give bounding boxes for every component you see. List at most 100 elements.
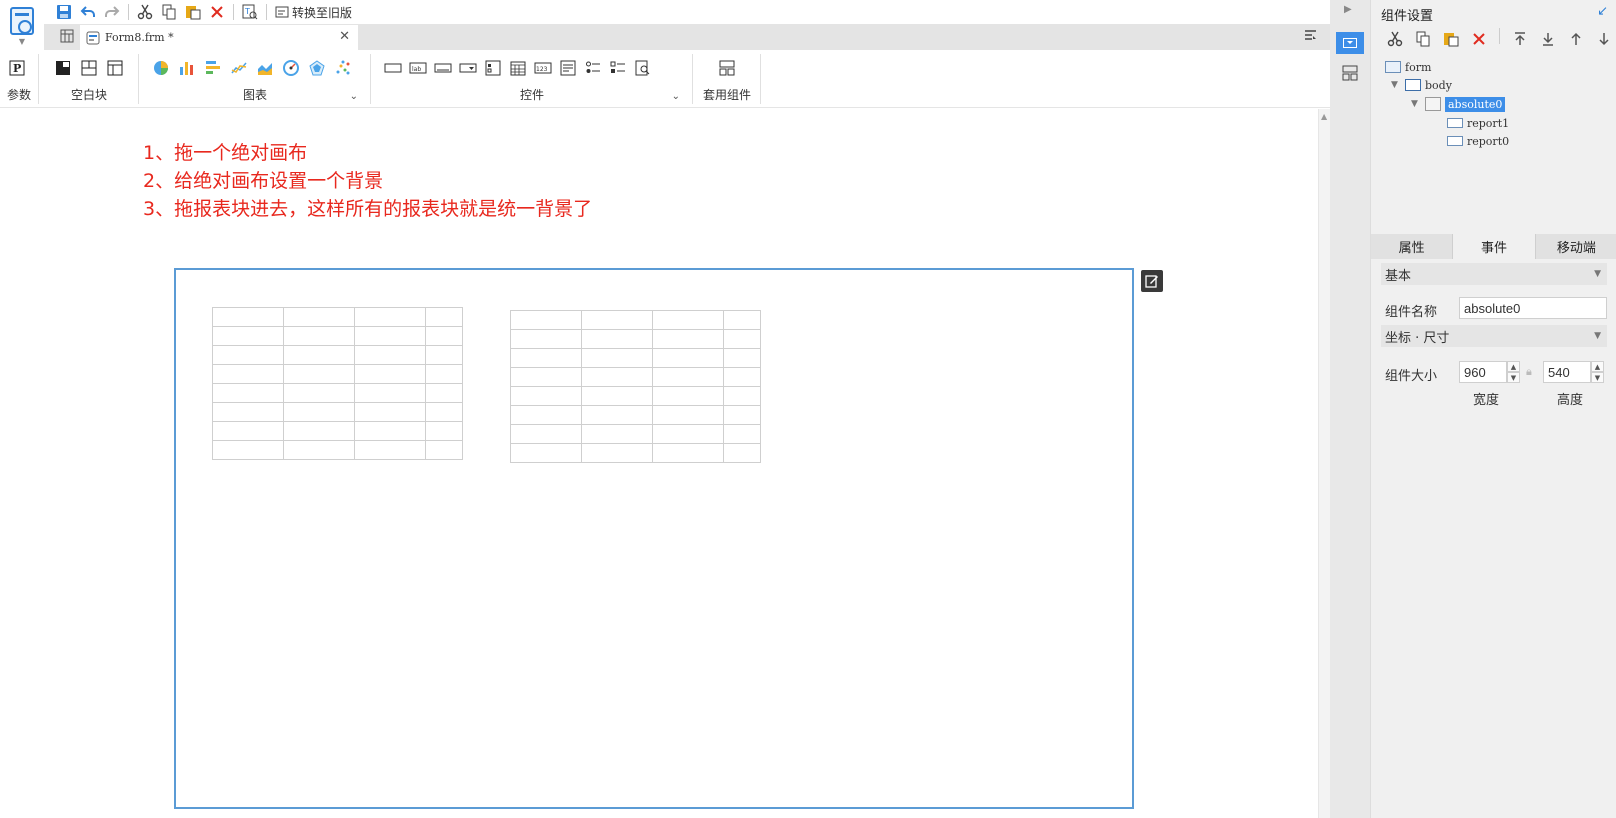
pie-chart-button[interactable]: [150, 57, 172, 79]
radio-list-icon: [586, 61, 600, 73]
template-component-button[interactable]: [716, 57, 738, 79]
delete-button[interactable]: [205, 1, 229, 23]
tab-strip: Form8.frm * ✕: [44, 24, 1330, 50]
width-input[interactable]: 960: [1459, 361, 1507, 383]
cut-button[interactable]: [1383, 28, 1407, 50]
pin-icon[interactable]: ↙: [1597, 4, 1608, 19]
report-block-report0[interactable]: [510, 310, 761, 463]
query-button-control-button[interactable]: [632, 57, 654, 79]
component-name-label: 组件名称: [1385, 305, 1438, 320]
absolute-canvas-absolute0[interactable]: [174, 268, 1134, 809]
save-button[interactable]: [52, 1, 76, 23]
expand-triangle-icon[interactable]: ▼: [1391, 80, 1401, 90]
tab-menu-icon[interactable]: [1304, 29, 1318, 44]
tree-node-label: absolute0: [1445, 96, 1506, 112]
tree-node-report1[interactable]: report1: [1447, 114, 1509, 132]
redo-icon: [105, 6, 120, 17]
instruction-line: 2、给绝对画布设置一个背景: [143, 170, 384, 192]
radio-group-control-button[interactable]: [582, 57, 604, 79]
preview-button[interactable]: T: [238, 1, 262, 23]
collapse-panel-icon[interactable]: ▶: [1344, 4, 1352, 15]
toolbar-separator: [233, 4, 234, 20]
cut-button[interactable]: [133, 1, 157, 23]
width-stepper[interactable]: ▲ ▼: [1507, 361, 1520, 383]
undo-button[interactable]: [76, 1, 100, 23]
line-chart-button[interactable]: [228, 57, 250, 79]
area-chart-button[interactable]: [254, 57, 276, 79]
lock-ratio-icon[interactable]: 🔒︎: [1526, 365, 1532, 379]
ribbon-group-label: 套用组件: [702, 88, 751, 102]
radar-chart-button[interactable]: [306, 57, 328, 79]
app-logo[interactable]: ▼: [0, 0, 44, 52]
section-coords-size[interactable]: 坐标 · 尺寸 ▼: [1381, 325, 1607, 347]
scatter-chart-button[interactable]: [332, 57, 354, 79]
tab-label: Form8.frm *: [105, 31, 174, 44]
convert-old-version-button[interactable]: 转换至旧版: [271, 4, 356, 21]
number-control-button[interactable]: 123: [532, 57, 554, 79]
design-canvas[interactable]: 1、拖一个绝对画布 2、给绝对画布设置一个背景 3、拖报表块进去，这样所有的报表…: [0, 109, 1318, 818]
area-chart-icon: [258, 63, 272, 75]
parameter-button[interactable]: P: [6, 57, 28, 79]
chevron-down-icon[interactable]: ⌄: [672, 91, 680, 102]
tab-events[interactable]: 事件: [1453, 234, 1536, 259]
dropdown-control-button[interactable]: [457, 57, 479, 79]
button-control-button[interactable]: [432, 57, 454, 79]
decrement-icon[interactable]: ▼: [1507, 372, 1520, 383]
scatter-icon: [336, 60, 350, 75]
increment-icon[interactable]: ▲: [1591, 361, 1604, 372]
paste-icon: [186, 6, 201, 20]
move-down-button[interactable]: [1592, 28, 1616, 50]
edit-component-button[interactable]: [1141, 270, 1163, 292]
blank-block-button[interactable]: [52, 57, 74, 79]
tree-node-absolute0[interactable]: ▼ absolute0: [1411, 95, 1506, 113]
grid-icon[interactable]: [60, 29, 74, 46]
move-to-bottom-button[interactable]: [1536, 28, 1560, 50]
height-stepper[interactable]: ▲ ▼: [1591, 361, 1604, 383]
height-input[interactable]: 540: [1543, 361, 1591, 383]
close-icon: [1473, 33, 1485, 45]
move-up-button[interactable]: [1564, 28, 1588, 50]
checkbox-group-control-button[interactable]: [482, 57, 504, 79]
delete-button[interactable]: [1467, 28, 1491, 50]
component-settings-tab-button[interactable]: [1336, 32, 1364, 54]
report-block-report1[interactable]: [212, 307, 463, 460]
paste-button[interactable]: [1439, 28, 1463, 50]
bar-chart-button[interactable]: [176, 57, 198, 79]
copy-button[interactable]: [1411, 28, 1435, 50]
close-tab-icon[interactable]: ✕: [339, 29, 350, 44]
tree-node-body[interactable]: ▼ body: [1391, 76, 1452, 94]
checkbox-list-control-button[interactable]: [607, 57, 629, 79]
split-block-button[interactable]: [78, 57, 100, 79]
label-control-button[interactable]: lab: [407, 57, 429, 79]
horizontal-bar-chart-button[interactable]: [202, 57, 224, 79]
paste-button[interactable]: [181, 1, 205, 23]
text-search-icon: T: [242, 4, 258, 20]
chevron-down-icon[interactable]: ⌄: [350, 91, 358, 102]
move-to-top-button[interactable]: [1508, 28, 1532, 50]
text-box-control-button[interactable]: [382, 57, 404, 79]
settings-toolbar: [1383, 28, 1616, 50]
component-name-input[interactable]: absolute0: [1459, 297, 1607, 319]
property-panel: 基本 ▼ 组件名称 absolute0 坐标 · 尺寸 ▼ 组件大小 960 ▲…: [1371, 259, 1616, 818]
redo-button[interactable]: [100, 1, 124, 23]
tab-block-button[interactable]: [104, 57, 126, 79]
decrement-icon[interactable]: ▼: [1591, 372, 1604, 383]
increment-icon[interactable]: ▲: [1507, 361, 1520, 372]
close-icon: [211, 6, 223, 18]
expand-triangle-icon[interactable]: ▼: [1411, 99, 1421, 109]
date-control-button[interactable]: [507, 57, 529, 79]
tab-mobile[interactable]: 移动端: [1536, 234, 1616, 259]
svg-text:T: T: [244, 7, 250, 16]
tree-node-form[interactable]: form: [1385, 58, 1431, 76]
layout-tab-button[interactable]: [1336, 62, 1364, 84]
tree-node-report0[interactable]: report0: [1447, 132, 1509, 150]
tab-properties[interactable]: 属性: [1371, 234, 1454, 259]
scroll-up-icon[interactable]: ▲: [1321, 112, 1327, 121]
section-basic[interactable]: 基本 ▼: [1381, 263, 1607, 285]
gauge-chart-button[interactable]: [280, 57, 302, 79]
canvas-vertical-scrollbar[interactable]: ▲: [1318, 109, 1330, 818]
ribbon-separator: [138, 54, 139, 104]
tab-form8[interactable]: Form8.frm * ✕: [80, 25, 358, 50]
copy-button[interactable]: [157, 1, 181, 23]
textarea-control-button[interactable]: [557, 57, 579, 79]
